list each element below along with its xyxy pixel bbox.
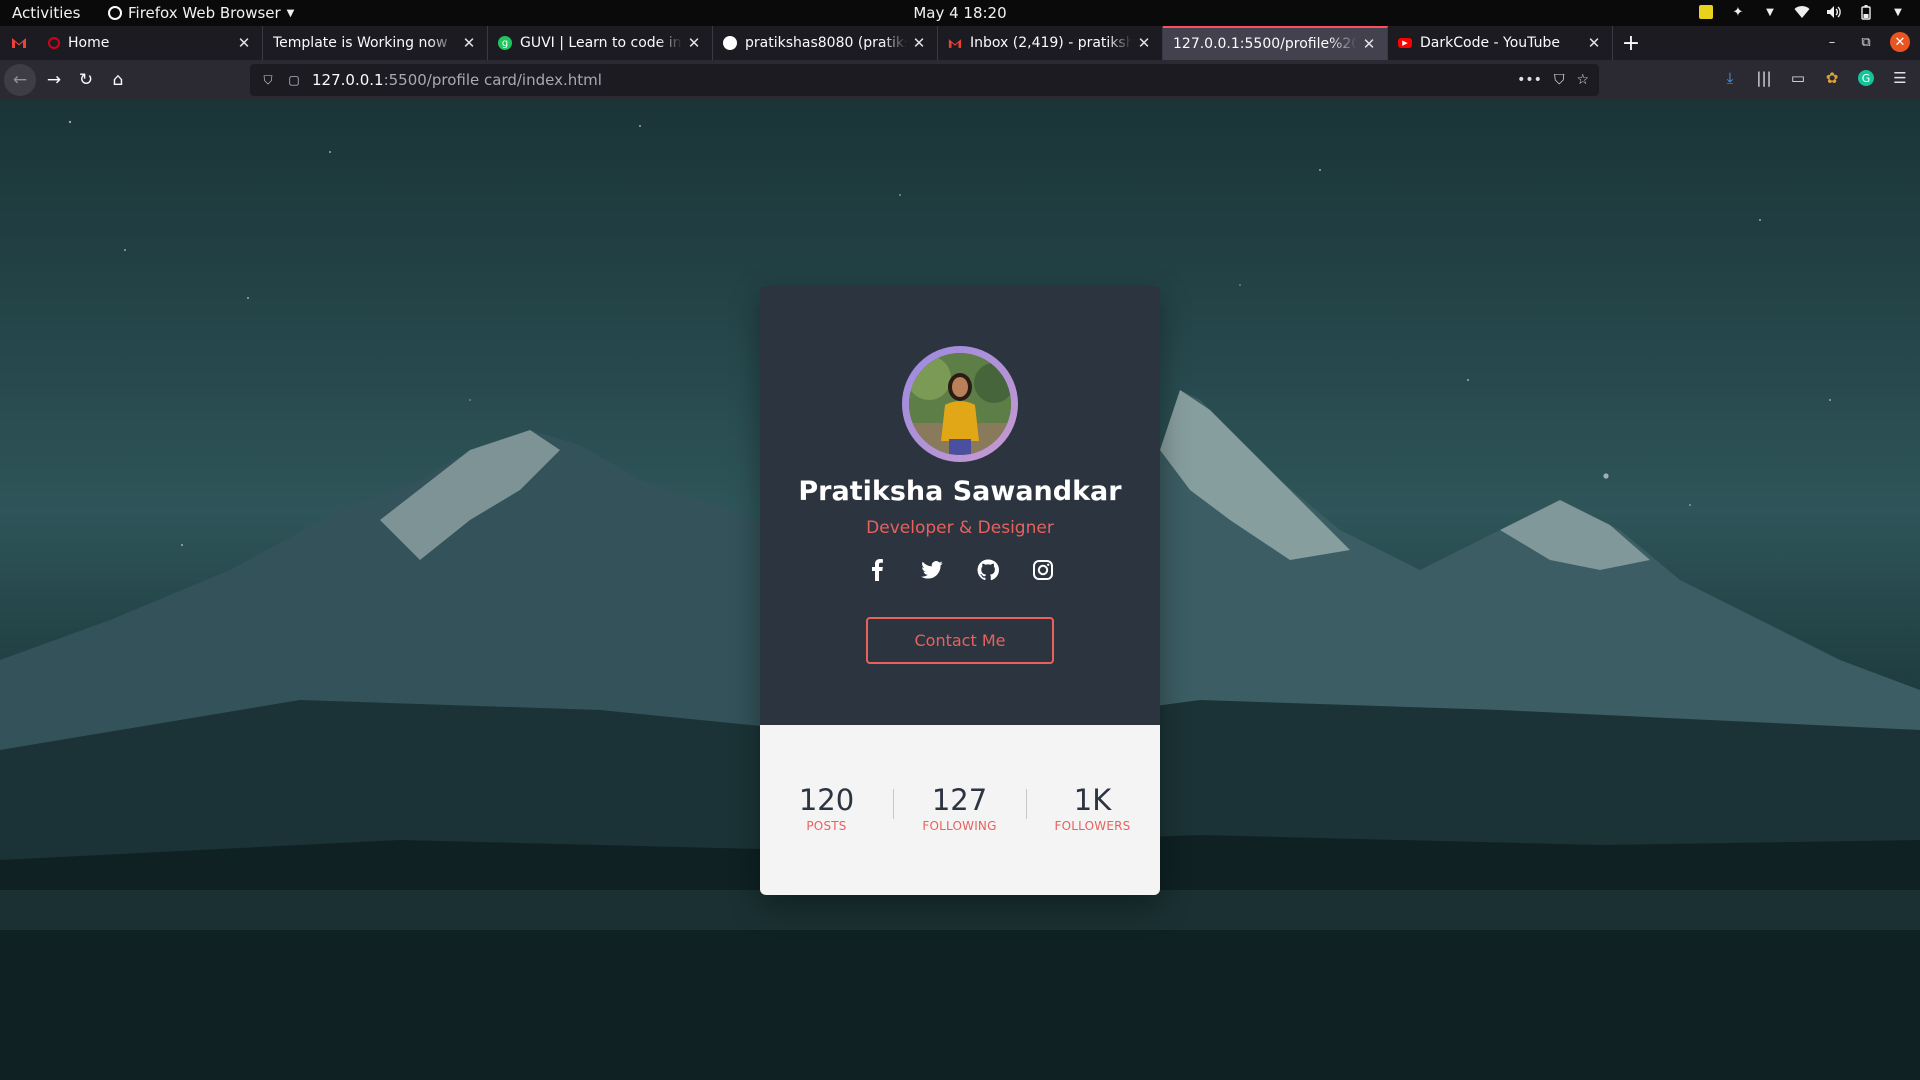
sidebar-icon[interactable]: ▭ <box>1788 68 1808 88</box>
tab-label: pratikshas8080 (pratiksha) <box>745 35 907 51</box>
stat-followers: 1K FOLLOWERS <box>1026 783 1159 833</box>
facebook-icon[interactable] <box>863 556 891 584</box>
url-bar[interactable]: ⛉ ▢ 127.0.0.1:5500/profile card/index.ht… <box>250 64 1599 96</box>
system-tray: ✦ ▼ ▼ <box>1698 4 1906 20</box>
close-icon[interactable]: ✕ <box>1586 34 1602 52</box>
stat-label: FOLLOWING <box>922 819 997 833</box>
profile-role: Developer & Designer <box>866 518 1054 538</box>
opera-icon <box>48 37 60 49</box>
caret-down-icon: ▼ <box>286 7 295 19</box>
profile-card: Pratiksha Sawandkar Developer & Designer… <box>760 286 1160 895</box>
tab-label: GUVI | Learn to code in your native lang… <box>520 35 682 51</box>
activities-button[interactable]: Activities <box>12 4 80 22</box>
avatar-ring <box>902 346 1018 462</box>
system-top-bar: Activities Firefox Web Browser ▼ May 4 1… <box>0 0 1920 26</box>
close-icon[interactable]: ✕ <box>911 34 927 52</box>
tab-label: 127.0.0.1:5500/profile%20card <box>1173 36 1357 52</box>
bookmark-star-icon[interactable]: ☆ <box>1576 72 1589 88</box>
pocket-icon[interactable]: ⛉ <box>1554 72 1565 88</box>
back-button[interactable]: ← <box>4 64 36 96</box>
window-controls: – ⧉ ✕ <box>1822 32 1910 52</box>
gmail-icon <box>948 36 962 50</box>
app-menu-label: Firefox Web Browser <box>128 4 281 22</box>
page-icon[interactable]: ▢ <box>286 72 302 88</box>
reload-button[interactable]: ↻ <box>70 64 102 96</box>
stat-value: 120 <box>798 783 855 817</box>
firefox-icon <box>108 6 122 20</box>
profile-stats-panel: 120 POSTS 127 FOLLOWING 1K FOLLOWERS <box>760 725 1160 895</box>
tab-profile-card[interactable]: 127.0.0.1:5500/profile%20card ✕ <box>1163 26 1388 60</box>
close-icon[interactable]: ✕ <box>236 34 252 52</box>
instagram-icon[interactable] <box>1029 556 1057 584</box>
tab-label: Home <box>68 35 110 51</box>
caret-down-icon[interactable]: ▼ <box>1762 4 1778 20</box>
tab-gmail-inbox[interactable]: Inbox (2,419) - pratikshas ✕ <box>938 26 1163 60</box>
extension-icon[interactable]: ✿ <box>1822 68 1842 88</box>
close-icon[interactable]: ✕ <box>461 34 477 52</box>
social-links <box>863 556 1057 584</box>
tab-label: Inbox (2,419) - pratikshas <box>970 35 1132 51</box>
battery-icon[interactable] <box>1858 4 1874 20</box>
stat-value: 127 <box>931 783 988 817</box>
gmail-icon <box>12 38 26 48</box>
twitter-icon[interactable] <box>918 556 946 584</box>
caret-down-icon[interactable]: ▼ <box>1890 4 1906 20</box>
volume-icon[interactable] <box>1826 4 1842 20</box>
stat-following: 127 FOLLOWING <box>893 783 1026 833</box>
stat-label: POSTS <box>806 819 847 833</box>
tab-home[interactable]: Home ✕ <box>38 26 263 60</box>
tab-label: DarkCode - YouTube <box>1420 35 1560 51</box>
minimize-icon[interactable]: – <box>1822 32 1842 52</box>
window-close-icon[interactable]: ✕ <box>1890 32 1910 52</box>
stat-value: 1K <box>1073 783 1112 817</box>
accessibility-icon[interactable]: ✦ <box>1730 4 1746 20</box>
youtube-icon: ▶ <box>1398 38 1412 48</box>
shield-icon[interactable]: ⛉ <box>260 72 276 88</box>
contact-me-button[interactable]: Contact Me <box>866 617 1054 664</box>
toolbar-right: ⤓ ||| ▭ ✿ G ☰ <box>1720 68 1910 88</box>
tab-label: Template is Working now <box>273 35 448 51</box>
tab-strip: Home ✕ Template is Working now ✕ g GUVI … <box>0 26 1920 60</box>
app-menu[interactable]: Firefox Web Browser ▼ <box>108 4 294 22</box>
github-icon[interactable] <box>974 556 1002 584</box>
tab-guvi[interactable]: g GUVI | Learn to code in your native la… <box>488 26 713 60</box>
restore-icon[interactable]: ⧉ <box>1856 32 1876 52</box>
close-icon[interactable]: ✕ <box>686 34 702 52</box>
tab-github[interactable]: pratikshas8080 (pratiksha) ✕ <box>713 26 938 60</box>
avatar <box>909 353 1011 455</box>
page-actions-icon[interactable]: ••• <box>1517 72 1542 88</box>
new-tab-button[interactable]: + <box>1613 26 1649 60</box>
profile-name: Pratiksha Sawandkar <box>798 476 1122 507</box>
pinned-tab-gmail[interactable] <box>0 26 38 60</box>
stats-row: 120 POSTS 127 FOLLOWING 1K FOLLOWERS <box>760 783 1160 833</box>
stat-posts: 120 POSTS <box>760 783 893 833</box>
home-button[interactable]: ⌂ <box>102 64 134 96</box>
url-text[interactable]: 127.0.0.1:5500/profile card/index.html <box>312 71 1517 89</box>
stat-label: FOLLOWERS <box>1054 819 1131 833</box>
page-viewport: Pratiksha Sawandkar Developer & Designer… <box>0 100 1920 1080</box>
close-icon[interactable]: ✕ <box>1361 35 1377 53</box>
github-icon <box>723 36 737 50</box>
profile-card-header: Pratiksha Sawandkar Developer & Designer… <box>760 286 1160 725</box>
clock[interactable]: May 4 18:20 <box>913 4 1006 22</box>
forward-button[interactable]: → <box>38 64 70 96</box>
navigation-toolbar: ← → ↻ ⌂ ⛉ ▢ 127.0.0.1:5500/profile card/… <box>0 60 1920 100</box>
library-icon[interactable]: ||| <box>1754 68 1774 88</box>
downloads-icon[interactable]: ⤓ <box>1720 68 1740 88</box>
tab-template[interactable]: Template is Working now ✕ <box>263 26 488 60</box>
wifi-icon[interactable] <box>1794 4 1810 20</box>
notes-icon[interactable] <box>1698 4 1714 20</box>
tab-youtube[interactable]: ▶ DarkCode - YouTube ✕ <box>1388 26 1613 60</box>
menu-icon[interactable]: ☰ <box>1890 68 1910 88</box>
grammarly-icon[interactable]: G <box>1856 68 1876 88</box>
guvi-icon: g <box>498 36 512 50</box>
close-icon[interactable]: ✕ <box>1136 34 1152 52</box>
